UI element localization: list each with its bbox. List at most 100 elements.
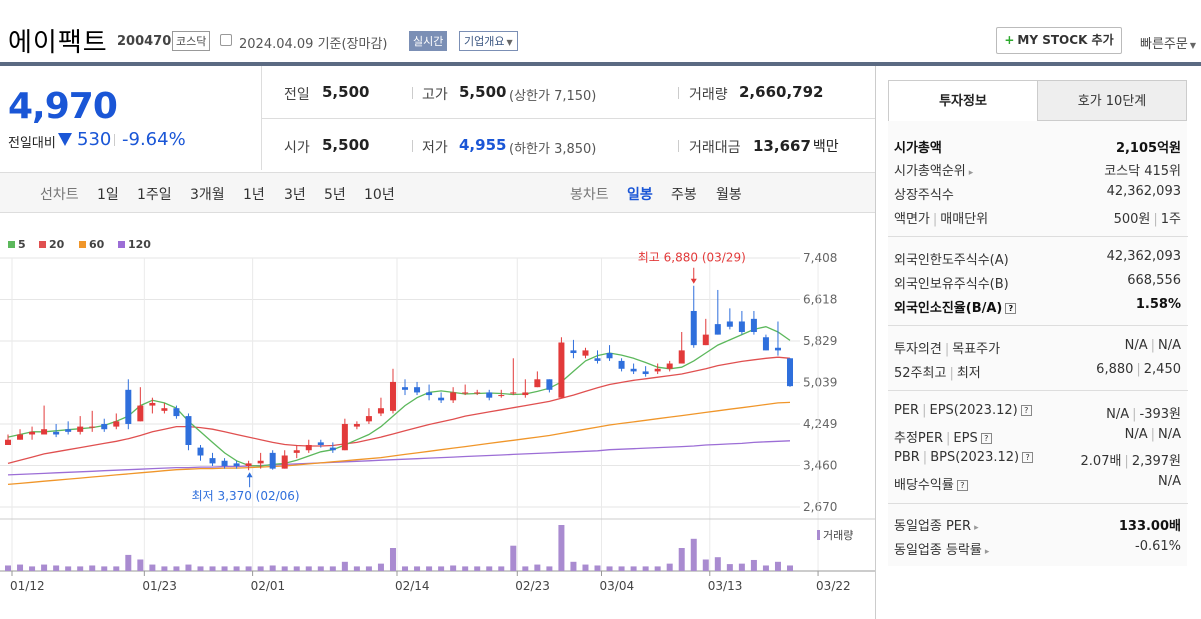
opinion-row: 투자의견 | 목표주가 [894,342,1001,357]
candle-body [185,416,192,445]
volume-bar [137,559,144,571]
candle-body [750,318,757,332]
w52-high-label: 52주최고 [894,366,947,381]
candle-body [426,392,433,396]
plus-icon: + [1004,33,1015,47]
chevron-right-icon: ▸ [974,523,979,533]
per-value: N/A [1106,407,1130,422]
current-price: 4,970 [8,86,118,127]
help-icon[interactable]: ? [956,480,968,491]
volume-bar [750,559,757,571]
candle-body [714,324,721,335]
period-3y[interactable]: 3년 [284,184,306,204]
volume-bar [726,564,733,571]
volume-bar [762,565,769,571]
w52-low-value: 2,450 [1143,362,1181,377]
upper-limit: (상한가 7,150) [509,85,596,104]
volume-bar [65,566,72,571]
trading-unit-value: 1주 [1160,212,1181,227]
candle-body [414,387,421,393]
period-5y[interactable]: 5년 [324,184,346,204]
volume-bar [690,538,697,571]
candle-weekly[interactable]: 주봉 [671,184,697,204]
realtime-button[interactable]: 실시간 [409,31,448,51]
opinion-value: N/A [1124,338,1148,353]
help-icon[interactable]: ? [1005,303,1017,314]
est-eps-label: EPS [953,431,978,446]
volume-bar [317,566,324,571]
candle-body [221,460,228,467]
help-icon[interactable]: ? [1022,452,1034,463]
foreign-ratio-label: 외국인소진율(B/A)? [894,297,1017,316]
volume-bar [149,564,156,571]
candle-body [726,321,733,327]
market-cap-rank-value: 코스닥 415위 [1104,164,1181,179]
help-icon[interactable]: ? [980,433,992,444]
industry-per[interactable]: 동일업종 PER ▸ [894,515,979,534]
low-value: 4,955 [459,136,507,154]
volume-bar [558,525,565,571]
industry-per-label: 동일업종 PER [894,519,972,534]
candle-body [558,342,565,398]
volume-bar [353,566,360,571]
compare-label: 전일대비 [8,136,56,151]
quick-order-dropdown[interactable]: 빠른주문 ▼ [1140,33,1196,52]
company-overview-dropdown[interactable]: 기업개요 ▼ [459,31,518,51]
candle-daily[interactable]: 일봉 [627,184,653,204]
volume-bar [341,561,348,571]
candle-body [402,387,409,390]
period-1w[interactable]: 1주일 [137,184,172,204]
dividend-row: 배당수익률? [894,474,968,493]
volume-bar [630,566,637,571]
per-row: PER | EPS(2023.12)? [894,403,1032,418]
change-percent: -9.64% [122,129,186,150]
volume-bar [570,561,577,571]
volume-bar [618,566,625,571]
market-cap-rank[interactable]: 시가총액순위 ▸ [894,160,973,179]
par-value-number: 500원 [1113,212,1151,227]
candle-body [377,408,384,414]
period-10y[interactable]: 10년 [364,184,395,204]
low-arrow-head [246,472,253,478]
candle-body [666,363,673,369]
overview-label: 기업개요 [464,35,505,48]
period-1d[interactable]: 1일 [97,184,119,204]
candle-body [570,350,577,354]
volume-bar [606,566,613,571]
x-tick-label: 01/12 [10,579,45,593]
divider [888,236,1188,237]
y-tick-label: 7,408 [803,251,837,265]
amount-number: 13,667 [753,137,811,155]
w52-values: 6,880 | 2,450 [1096,362,1181,377]
industry-rate[interactable]: 동일업종 등락률 ▸ [894,539,989,558]
divider [888,503,1188,504]
volume-bar [594,565,601,571]
candle-body [197,447,204,456]
calendar-icon [220,34,232,46]
volume-bar [5,565,11,571]
tab-invest-info[interactable]: 투자정보 [888,80,1038,121]
upper-limit-value: 7,150) [554,89,597,104]
candle-body [209,458,216,464]
amount-value: 13,667 백만 [753,136,839,156]
pbr-label: PBR [894,450,920,465]
candle-body [738,321,745,332]
par-value-label: 액면가 [894,212,930,227]
period-1y[interactable]: 1년 [243,184,265,204]
down-arrow-icon [58,133,72,146]
market-cap-rank-label: 시가총액순위 [894,164,966,179]
help-icon[interactable]: ? [1020,405,1032,416]
my-stock-add-button[interactable]: + MY STOCK 추가 [996,27,1122,54]
candle-body [690,310,697,346]
candle-monthly[interactable]: 월봉 [716,184,742,204]
tab-ask-10[interactable]: 호가 10단계 [1037,80,1187,121]
period-3m[interactable]: 3개월 [190,184,225,204]
candle-body [245,463,252,467]
volume-bar [702,559,709,571]
volume-bar [245,566,252,571]
w52-row: 52주최고 | 최저 [894,366,981,381]
price-chart[interactable]: 7,408 6,618 5,829 5,039 4,249 3,460 2,670 01/12… [0,240,875,619]
volume-legend-label: 거래량 [823,529,853,542]
foreign-ratio-value: 1.58% [1135,297,1181,312]
candle-body [582,350,589,356]
